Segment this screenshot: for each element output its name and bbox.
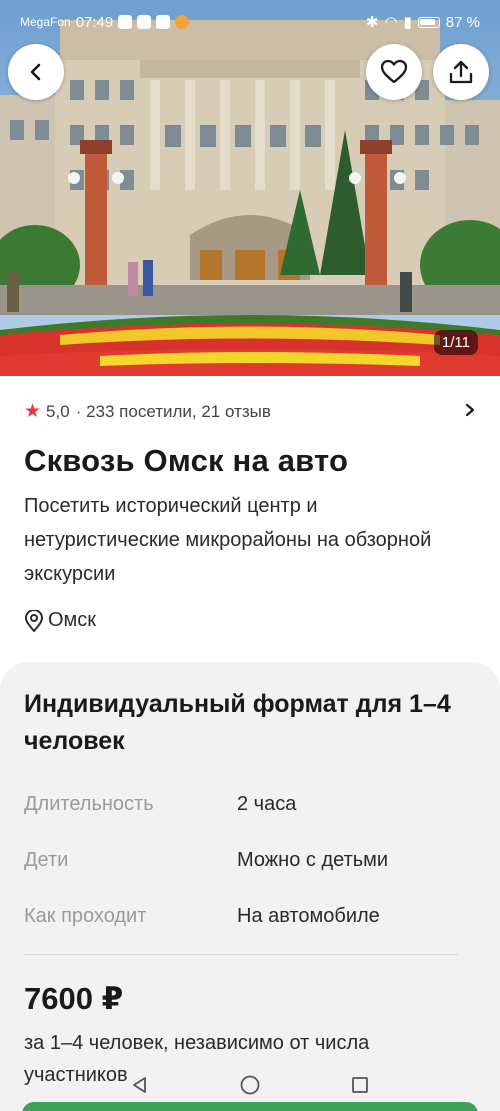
excursion-info: ★ 5,0 · 233 посетили, 21 отзыв Сквозь Ом…: [0, 376, 500, 632]
location-label: Омск: [48, 609, 97, 631]
circle-home-icon: [240, 1075, 260, 1095]
divider: [24, 954, 458, 955]
excursion-description: Посетить исторический центр и нетуристич…: [24, 495, 432, 585]
format-card: Индивидуальный формат для 1–4 человек Дл…: [0, 662, 500, 1111]
back-button[interactable]: [8, 44, 64, 100]
page-title: Сквозь Омск на авто: [24, 443, 349, 478]
property-row: Как проходит На автомобиле: [24, 888, 476, 944]
property-key: Длительность: [24, 792, 154, 815]
heart-icon: [380, 59, 408, 84]
rating-meta: · 233 посетили, 21 отзыв: [75, 401, 271, 421]
carrier-label: MegaFon: [20, 15, 71, 29]
status-bar: MegaFon 07:49 ✱ ◠ ▮ 87 %: [0, 0, 500, 44]
property-row: Длительность 2 часа: [24, 776, 476, 832]
battery-percent: 87 %: [445, 13, 480, 31]
property-row: Дети Можно с детьми: [24, 832, 476, 888]
nav-recents-button[interactable]: [345, 1070, 375, 1100]
property-value: Можно с детьми: [237, 848, 389, 871]
at-icon: [137, 15, 152, 29]
wifi-icon: ◠: [384, 14, 398, 31]
rating-row[interactable]: ★ 5,0 · 233 посетили, 21 отзыв: [24, 400, 476, 423]
favorite-button[interactable]: [366, 44, 422, 100]
hero-photo[interactable]: [0, 0, 500, 376]
system-nav-bar: [0, 1066, 500, 1104]
property-value: На автомобиле: [237, 904, 380, 927]
square-recents-icon: [352, 1077, 368, 1093]
property-value: 2 часа: [237, 792, 297, 815]
building-photo: [0, 0, 500, 376]
share-button[interactable]: [433, 44, 489, 100]
format-properties: Длительность 2 часа Дети Можно с детьми …: [24, 776, 476, 944]
property-key: Дети: [24, 848, 69, 871]
chevron-right-icon: [464, 402, 476, 422]
bluetooth-icon: ✱: [365, 14, 379, 31]
triangle-back-icon: [133, 1077, 146, 1093]
location-row[interactable]: Омск: [24, 609, 476, 632]
battery-icon: [417, 16, 440, 28]
photo-counter: 1/11: [433, 330, 478, 355]
price: 7600 ₽: [24, 981, 124, 1016]
format-title: Индивидуальный формат для 1–4 человек: [24, 690, 451, 755]
star-icon: ★: [24, 401, 42, 422]
notification-icon: [118, 15, 133, 29]
clock: 07:49: [75, 13, 114, 31]
property-key: Как проходит: [24, 904, 147, 927]
app-notification-icon: [175, 15, 190, 29]
signal-icon: ▮: [403, 14, 412, 31]
rating-value: 5,0: [46, 401, 70, 421]
share-icon: [449, 60, 473, 84]
location-pin-icon: [24, 609, 44, 632]
nav-back-button[interactable]: [125, 1070, 155, 1100]
chevron-left-icon: [30, 63, 41, 81]
nav-home-button[interactable]: [235, 1070, 265, 1100]
settings-icon: [156, 15, 171, 29]
